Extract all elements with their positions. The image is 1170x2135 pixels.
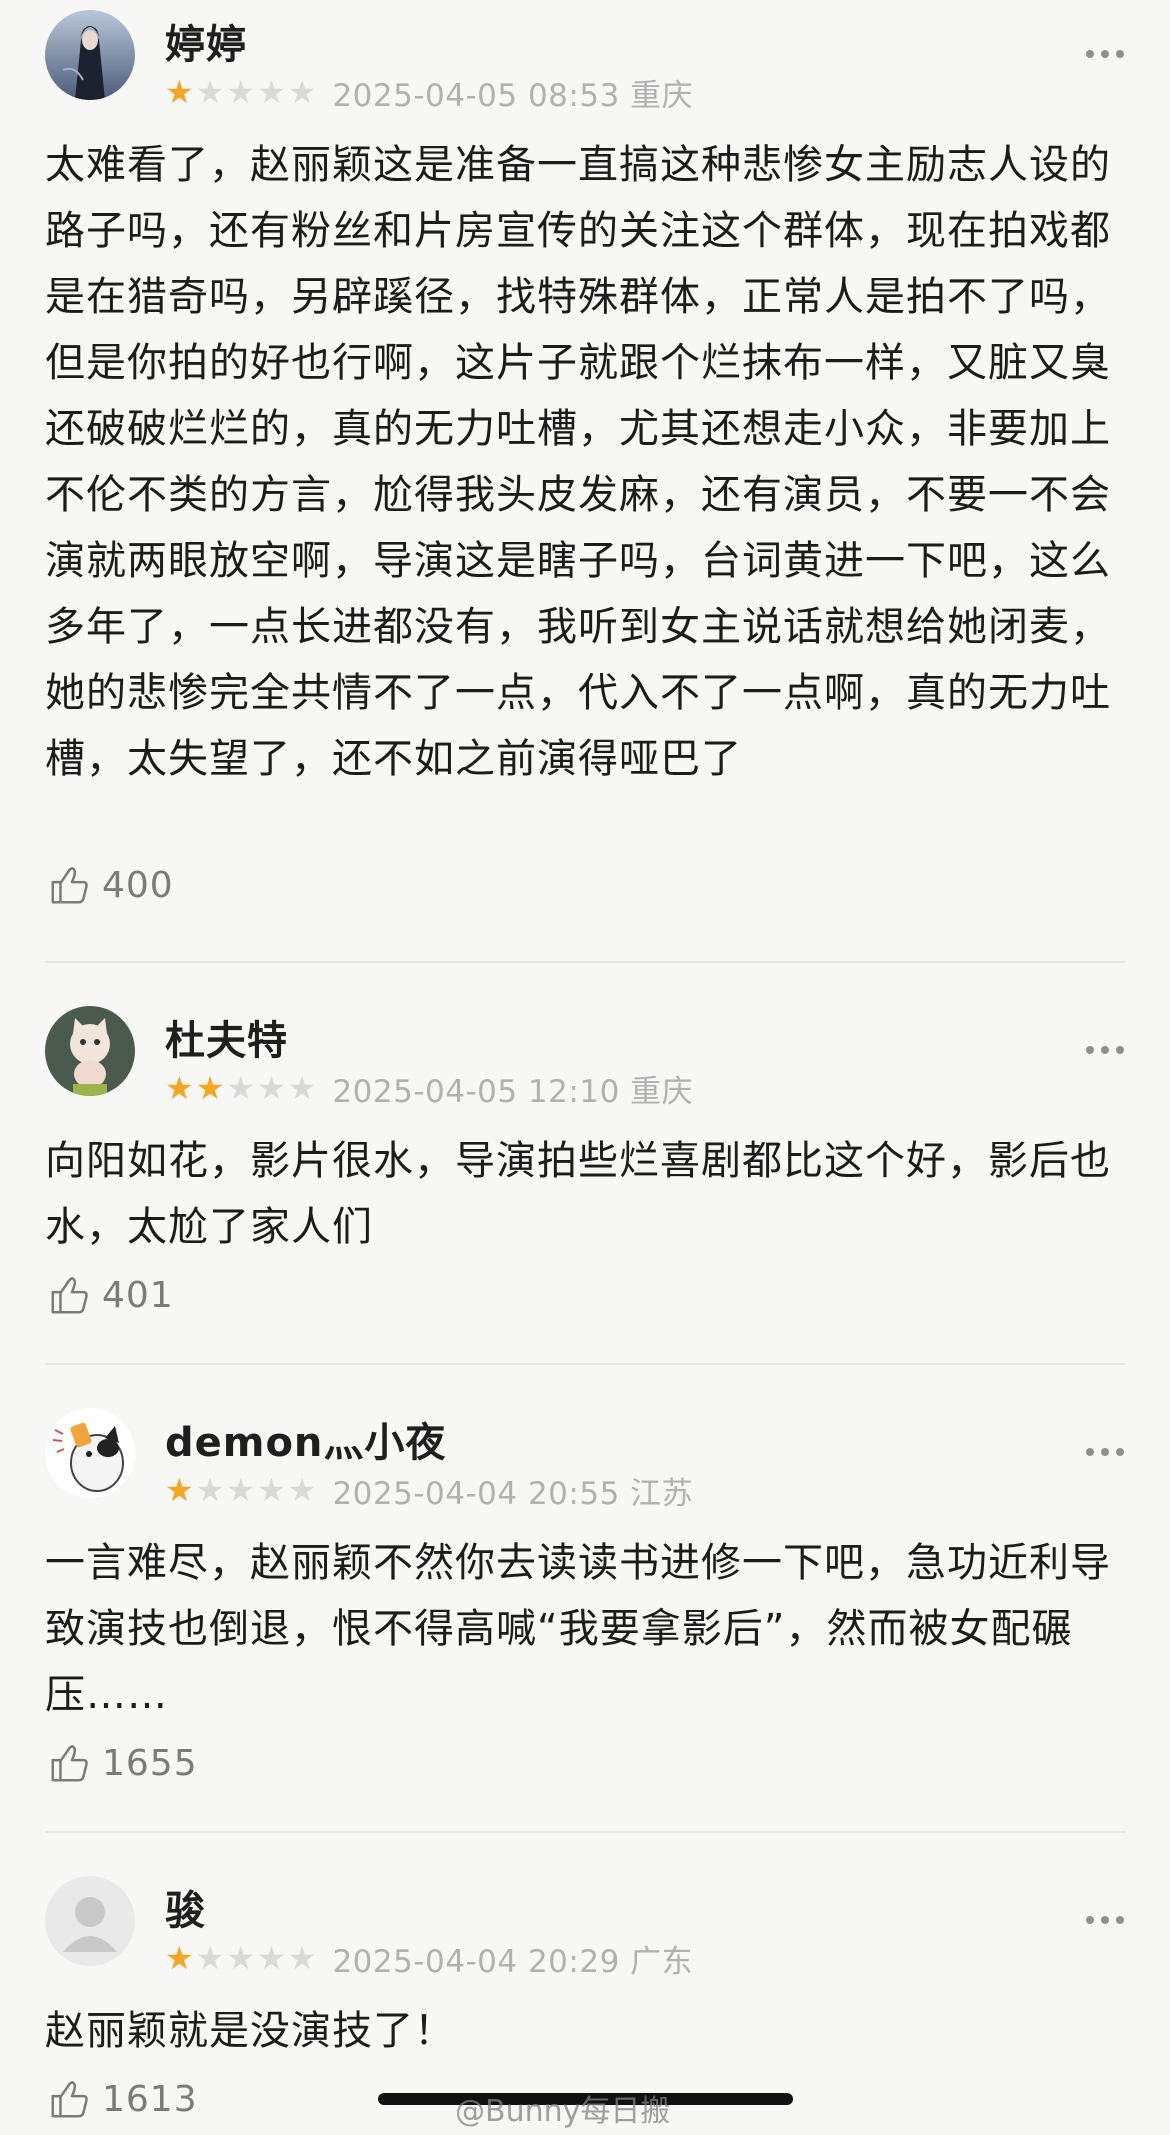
star-empty-icon: ★ [287,1471,317,1509]
star-rating: ★ ★ ★ ★ ★ [165,1474,316,1506]
like-count: 400 [102,864,174,906]
username[interactable]: 骏 [165,1878,206,1936]
user-avatar[interactable] [45,1408,135,1498]
like-count: 401 [102,1274,174,1316]
divider [45,1831,1125,1833]
user-avatar[interactable] [45,1006,135,1096]
star-empty-icon: ★ [195,1939,225,1977]
default-person-avatar [45,1876,135,1966]
star-empty-icon: ★ [226,73,256,111]
thumbs-up-icon [51,1277,88,1314]
review-text: 赵丽颖就是没演技了！ [45,2008,455,2054]
review-meta: ★ ★ ★ ★ ★ 2025-04-04 20:29 广东 [165,1938,694,1980]
review-text: 向阳如花，影片很水，导演拍些烂喜剧都比这个好，影后也水，太尬了家人们 [45,1138,1111,1250]
review-timestamp-location: 2025-04-05 08:53 重庆 [332,77,694,114]
divider [45,961,1125,963]
star-empty-icon: ★ [226,1069,256,1107]
star-filled-icon: ★ [195,1069,225,1107]
more-dots-icon[interactable] [1086,1046,1124,1054]
review-text: 太难看了，赵丽颖这是准备一直搞这种悲惨女主励志人设的路子吗，还有粉丝和片房宣传的… [45,142,1111,782]
like-button[interactable]: 400 [48,862,174,908]
review-feed: 婷婷 ★ ★ ★ ★ ★ 2025-04-05 08:53 重庆 太难看了，赵丽颖这是准… [0,0,1170,2135]
star-empty-icon: ★ [226,1471,256,1509]
star-filled-icon: ★ [165,1471,194,1509]
star-filled-icon: ★ [165,1069,194,1107]
like-button[interactable]: 401 [48,1272,174,1318]
more-dots-icon[interactable] [1086,1916,1124,1924]
more-dots-icon[interactable] [1086,1448,1124,1456]
kitten-avatar [45,1006,135,1096]
star-empty-icon: ★ [287,73,317,111]
star-empty-icon: ★ [257,1069,286,1107]
star-empty-icon: ★ [287,1069,317,1107]
star-rating: ★ ★ ★ ★ ★ [165,1072,316,1104]
thumbs-up-icon [51,867,88,904]
thumbs-up-icon [51,1745,88,1782]
review-meta: ★ ★ ★ ★ ★ 2025-04-05 08:53 重庆 [165,72,694,114]
star-filled-icon: ★ [165,1939,194,1977]
star-rating: ★ ★ ★ ★ ★ [165,1942,316,1974]
star-empty-icon: ★ [195,1471,225,1509]
username[interactable]: demon灬小夜 [165,1410,446,1468]
like-count: 1613 [102,2078,198,2120]
user-avatar[interactable] [45,1876,135,1966]
thumbs-up-icon [51,2081,88,2118]
watermark: @Bunny每日搬 [455,2094,671,2129]
user-avatar[interactable] [45,10,135,100]
review-timestamp-location: 2025-04-04 20:29 广东 [332,1943,694,1980]
like-button[interactable]: 1655 [48,1740,198,1786]
divider [45,1363,1125,1365]
review-timestamp-location: 2025-04-05 12:10 重庆 [332,1073,694,1110]
review-meta: ★ ★ ★ ★ ★ 2025-04-05 12:10 重庆 [165,1068,694,1110]
like-button[interactable]: 1613 [48,2076,198,2122]
cat-avatar [45,1408,135,1498]
star-empty-icon: ★ [257,1471,286,1509]
star-empty-icon: ★ [287,1939,317,1977]
review-text: 一言难尽，赵丽颖不然你去读读书进修一下吧，急功近利导致演技也倒退，恨不得高喊“我… [45,1540,1111,1718]
star-empty-icon: ★ [257,1939,286,1977]
star-rating: ★ ★ ★ ★ ★ [165,76,316,108]
star-empty-icon: ★ [195,73,225,111]
star-filled-icon: ★ [165,73,194,111]
star-empty-icon: ★ [226,1939,256,1977]
anime-girl-avatar [45,10,135,100]
review-timestamp-location: 2025-04-04 20:55 江苏 [332,1475,694,1512]
review-meta: ★ ★ ★ ★ ★ 2025-04-04 20:55 江苏 [165,1470,694,1512]
star-empty-icon: ★ [257,73,286,111]
username[interactable]: 杜夫特 [165,1008,288,1066]
like-count: 1655 [102,1742,198,1784]
more-dots-icon[interactable] [1086,50,1124,58]
username[interactable]: 婷婷 [165,12,247,70]
